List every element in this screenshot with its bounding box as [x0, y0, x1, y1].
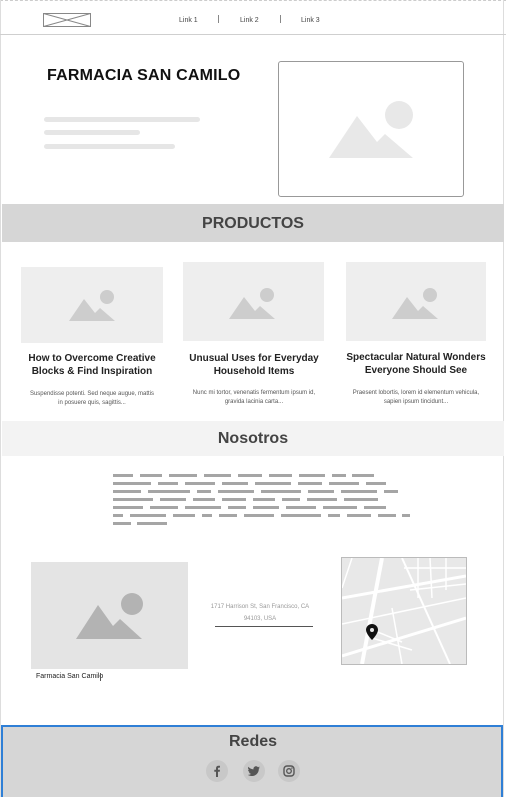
card-title: Unusual Uses for Everyday Household Item…: [178, 352, 330, 378]
nav-separator: [218, 15, 219, 23]
nav-link-1[interactable]: Link 1: [179, 17, 198, 24]
instagram-button[interactable]: [278, 760, 300, 782]
image-icon: [229, 288, 275, 319]
address-underline: [215, 626, 313, 627]
card-image-placeholder: [346, 262, 486, 341]
image-icon: [76, 593, 143, 639]
hero-text-line: [44, 144, 175, 149]
card-title-line: How to Overcome Creative: [28, 353, 156, 364]
instagram-icon: [283, 765, 295, 777]
card-title-line: Everyone Should See: [364, 365, 468, 376]
card-title-line: Household Items: [213, 366, 295, 377]
nosotros-image-caption: Farmacia San Camilo: [36, 673, 104, 680]
productos-title: PRODUCTOS: [202, 215, 304, 232]
redes-title: Redes: [228, 733, 278, 750]
facebook-icon: [214, 765, 220, 777]
nav-link-3[interactable]: Link 3: [301, 17, 320, 24]
card-text: Suspendisse potenti. Sed neque augue, ma…: [17, 390, 167, 408]
logo-placeholder-icon[interactable]: [43, 13, 91, 27]
image-icon: [392, 288, 438, 319]
image-icon: [329, 101, 413, 158]
map-roads: [342, 558, 466, 664]
text-cursor: [100, 673, 101, 681]
hero-text-line: [44, 130, 140, 135]
nosotros-paragraph-placeholder: [112, 474, 412, 530]
card-text-line: sapien ipsum tincidunt...: [383, 399, 449, 405]
card-title-line: Unusual Uses for Everyday: [189, 353, 319, 364]
image-icon: [69, 290, 115, 321]
twitter-button[interactable]: [243, 760, 265, 782]
card-title-line: Blocks & Find Inspiration: [31, 366, 153, 377]
card-text-line: Suspendisse potenti. Sed neque augue, ma…: [29, 391, 155, 397]
address-block: 1717 Harrison St, San Francisco, CA 9410…: [198, 601, 322, 625]
address-line: 1717 Harrison St, San Francisco, CA: [210, 604, 310, 610]
card-text-line: Praesent lobortis, lorem id elementum ve…: [352, 390, 480, 396]
map-pin-icon: [366, 624, 378, 640]
card-title: Spectacular Natural Wonders Everyone Sho…: [338, 351, 494, 377]
card-image-placeholder: [183, 262, 324, 341]
card-text-line: Nunc mi tortor, venenatis fermentum ipsu…: [192, 390, 316, 396]
nosotros-title: Nosotros: [217, 430, 289, 447]
hero-image-placeholder: [278, 61, 464, 197]
nav-separator: [280, 15, 281, 23]
facebook-button[interactable]: [206, 760, 228, 782]
card-text-line: in posuere quis, sagittis...: [58, 400, 126, 406]
card-text: Praesent lobortis, lorem id elementum ve…: [338, 389, 494, 407]
hero-title: FARMACIA SAN CAMILO: [47, 67, 241, 84]
nosotros-image-placeholder: [31, 562, 188, 669]
card-title-line: Spectacular Natural Wonders: [346, 352, 486, 363]
card-text-line: gravida lacinia carta...: [224, 399, 284, 405]
hero-text-line: [44, 117, 200, 122]
nav-link-2[interactable]: Link 2: [240, 17, 259, 24]
card-image-placeholder: [21, 267, 163, 343]
twitter-icon: [248, 766, 260, 777]
address-line: 94103, USA: [243, 616, 277, 622]
card-text: Nunc mi tortor, venenatis fermentum ipsu…: [178, 389, 330, 407]
card-title: How to Overcome Creative Blocks & Find I…: [17, 352, 167, 378]
location-map[interactable]: [341, 557, 467, 665]
